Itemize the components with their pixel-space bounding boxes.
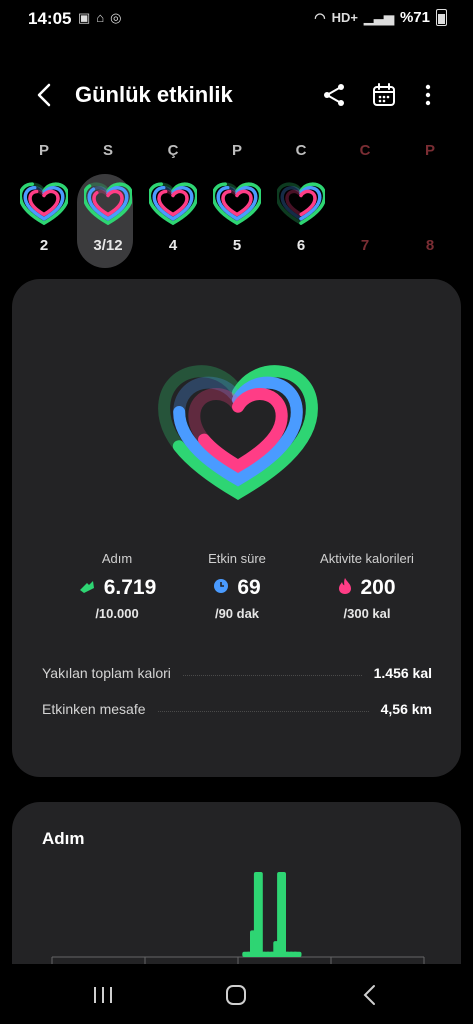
day-item-2[interactable]: P2	[12, 140, 76, 254]
total-calories-row: Yakılan toplam kalori 1.456 kal	[42, 662, 432, 684]
clock-icon	[213, 578, 229, 599]
day-item-3/12[interactable]: S 3/12	[76, 140, 140, 268]
day-heart-ring-icon	[275, 182, 327, 226]
metric-goal: /300 kal	[343, 606, 391, 621]
steps-bar	[277, 872, 286, 957]
metric-label: Adım	[101, 551, 133, 566]
activity-heart-rings	[158, 365, 318, 500]
recent-apps-button[interactable]	[83, 980, 123, 1010]
flame-icon	[338, 577, 352, 600]
mosque-icon: ⌂	[96, 10, 105, 25]
metric-goal: /90 dak	[214, 606, 260, 621]
day-item-7[interactable]: C7	[333, 140, 397, 254]
day-letter: P	[231, 142, 242, 159]
nav-back-button[interactable]	[350, 980, 390, 1010]
battery-icon	[436, 9, 447, 26]
day-number: 7	[360, 237, 370, 254]
recent-apps-icon	[94, 987, 112, 1003]
metric-value: 6.719	[103, 576, 157, 599]
metric-goal: /10.000	[95, 606, 139, 621]
day-item-6[interactable]: C6	[269, 140, 333, 254]
activity-summary-card: Adım 6.719 /10.000 Etkin süre 69 /90 dak…	[12, 279, 461, 777]
more-vertical-icon	[425, 84, 431, 106]
total-calories-label: Yakılan toplam kalori	[42, 665, 171, 681]
active-distance-label: Etkinken mesafe	[42, 701, 146, 717]
app-header: Günlük etkinlik	[0, 70, 473, 122]
metric-activity-calories[interactable]: Aktivite kalorileri 200 /300 kal	[297, 551, 437, 621]
steps-bar	[253, 872, 263, 957]
system-nav-bar	[0, 964, 473, 1024]
day-number: 6	[296, 237, 306, 254]
day-letter: C	[359, 142, 371, 159]
steps-bar-chart	[51, 872, 425, 964]
whatsapp-icon: ◎	[110, 10, 122, 25]
shoe-icon	[78, 577, 96, 600]
network-type-label: HD+	[331, 10, 358, 25]
wifi-icon: ◠	[314, 9, 326, 25]
active-distance-row: Etkinken mesafe 4,56 km	[42, 698, 432, 720]
day-heart-ring-icon	[211, 182, 263, 226]
day-letter: Ç	[167, 142, 179, 159]
day-heart-ring-icon	[82, 182, 134, 226]
day-heart-ring-icon	[18, 182, 70, 226]
image-icon: ▣	[78, 10, 91, 25]
status-time: 14:05	[28, 9, 72, 28]
day-item-8[interactable]: P8	[398, 140, 462, 254]
metric-value: 200	[360, 576, 396, 599]
calendar-icon	[373, 83, 395, 106]
day-number: 5	[232, 237, 242, 254]
share-icon	[324, 84, 344, 106]
metric-value: 69	[237, 576, 261, 599]
day-item-5[interactable]: P5	[205, 140, 269, 254]
day-heart-ring-icon	[147, 182, 199, 226]
day-heart-ring-icon	[406, 178, 454, 226]
chevron-left-icon	[37, 83, 51, 107]
home-icon	[226, 985, 246, 1005]
day-heart-ring-icon	[341, 178, 389, 226]
page-title: Günlük etkinlik	[75, 82, 233, 107]
metric-steps[interactable]: Adım 6.719 /10.000	[47, 551, 187, 621]
battery-percent: %71	[399, 9, 430, 26]
day-number: 8	[425, 237, 435, 254]
day-number: 3/12	[93, 237, 123, 254]
day-letter: C	[295, 142, 307, 159]
day-letter: S	[102, 142, 113, 159]
metric-active-time[interactable]: Etkin süre 69 /90 dak	[167, 551, 307, 621]
calendar-button[interactable]	[371, 82, 397, 108]
day-letter: P	[424, 142, 435, 159]
back-button[interactable]	[30, 80, 60, 110]
share-button[interactable]	[321, 82, 347, 108]
total-calories-value: 1.456 kal	[373, 665, 432, 681]
week-day-selector: P 2 S 3/12 Ç 4 P 5 C 6 C 7 P 8	[0, 140, 473, 270]
metric-label: Etkin süre	[208, 551, 266, 566]
chevron-left-icon	[363, 985, 375, 1005]
signal-icon: ▁▃▅	[363, 9, 394, 25]
day-item-4[interactable]: Ç4	[141, 140, 205, 254]
day-number: 2	[39, 237, 49, 254]
active-distance-value: 4,56 km	[380, 701, 432, 717]
day-number: 4	[168, 237, 178, 254]
home-button[interactable]	[216, 980, 256, 1010]
metric-label: Aktivite kalorileri	[320, 551, 414, 566]
day-letter: P	[38, 142, 49, 159]
steps-bar	[292, 951, 302, 957]
more-options-button[interactable]	[417, 82, 439, 108]
status-bar: 14:05 ▣ ⌂ ◎ ◠ HD+ ▁▃▅ %71	[0, 0, 473, 38]
